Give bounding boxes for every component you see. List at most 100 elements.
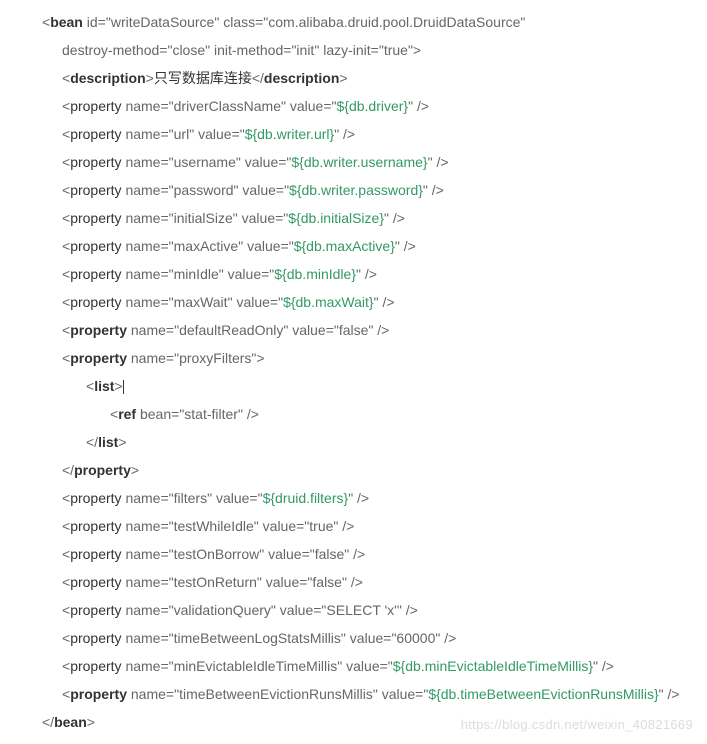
- attr-name: name: [125, 546, 160, 562]
- attr-name: name: [125, 518, 160, 534]
- punct: <: [62, 350, 70, 366]
- tag-property: property: [70, 182, 121, 198]
- val-lazy: true: [384, 42, 408, 58]
- punct: =": [160, 574, 173, 590]
- punct: <: [62, 322, 70, 338]
- punct: ": [283, 322, 288, 338]
- punct: <: [62, 182, 70, 198]
- punct: ": [341, 630, 346, 646]
- attr-name: name: [125, 266, 160, 282]
- tag-property: property: [70, 490, 121, 506]
- val-name: minIdle: [174, 266, 219, 282]
- tag-property: property: [70, 126, 121, 142]
- tag-property: property: [70, 238, 121, 254]
- punct: <: [62, 126, 70, 142]
- punct: ": [234, 182, 239, 198]
- punct: ": [520, 14, 525, 30]
- val-name: driverClassName: [174, 98, 281, 114]
- val-bean: stat-filter: [184, 406, 238, 422]
- tag-property: property: [70, 322, 127, 338]
- tag-list: list: [94, 378, 114, 394]
- punct: =": [415, 686, 428, 702]
- punct: =": [326, 322, 339, 338]
- code-line: <bean id="writeDataSource" class="com.al…: [18, 8, 689, 36]
- attr-name: name: [125, 126, 160, 142]
- punct: =": [383, 630, 396, 646]
- punct: <: [62, 70, 70, 86]
- punct: <: [62, 490, 70, 506]
- punct: =": [255, 14, 268, 30]
- punct: <: [62, 658, 70, 674]
- tag-property: property: [70, 686, 127, 702]
- tag-property-close: property: [74, 462, 131, 478]
- attr-name: name: [125, 630, 160, 646]
- attr-name: name: [125, 154, 160, 170]
- code-line: <property name="url" value="${db.writer.…: [18, 120, 689, 148]
- attr-name: name: [125, 238, 160, 254]
- tag-property: property: [70, 154, 121, 170]
- attr-value: value: [228, 266, 261, 282]
- attr-name: name: [125, 574, 160, 590]
- punct: =": [302, 546, 315, 562]
- tag-property: property: [70, 518, 121, 534]
- tag-property: property: [70, 658, 121, 674]
- punct: " />: [238, 406, 259, 422]
- punct: " />: [397, 602, 418, 618]
- punct: =": [166, 322, 179, 338]
- val-id: writeDataSource: [111, 14, 215, 30]
- punct: =": [276, 182, 289, 198]
- code-line: <property name="initialSize" value="${db…: [18, 204, 689, 232]
- code-line: <property name="testOnReturn" value="fal…: [18, 568, 689, 596]
- code-line: <ref bean="stat-filter" />: [18, 400, 689, 428]
- val-name: username: [174, 154, 236, 170]
- punct: =": [281, 238, 294, 254]
- attr-name: name: [125, 602, 160, 618]
- attr-value: value: [198, 126, 231, 142]
- attr-name: name: [125, 98, 160, 114]
- code-line: <property name="timeBetweenEvictionRunsM…: [18, 680, 689, 708]
- attr-value: value: [216, 490, 249, 506]
- punct: ">: [408, 42, 421, 58]
- val-name: testWhileIdle: [174, 518, 254, 534]
- val-value: false: [312, 574, 342, 590]
- val-value: ${db.writer.url}: [245, 126, 335, 142]
- tag-property: property: [70, 350, 127, 366]
- tag-property: property: [70, 266, 121, 282]
- punct: ": [233, 210, 238, 226]
- attr-name: name: [125, 182, 160, 198]
- tag-property: property: [70, 574, 121, 590]
- punct: =": [270, 294, 283, 310]
- punct: =": [160, 630, 173, 646]
- punct: =": [160, 490, 173, 506]
- punct: <: [62, 210, 70, 226]
- punct: >: [114, 378, 122, 394]
- punct: =": [160, 210, 173, 226]
- code-line: <property name="minIdle" value="${db.min…: [18, 260, 689, 288]
- punct: <: [62, 266, 70, 282]
- punct: >: [131, 462, 139, 478]
- punct: " />: [368, 322, 389, 338]
- attr-name: name: [125, 658, 160, 674]
- punct: " />: [344, 546, 365, 562]
- attr-value: value: [236, 294, 269, 310]
- punct: =": [278, 154, 291, 170]
- punct: <: [42, 14, 50, 30]
- punct: =": [166, 686, 179, 702]
- punct: </: [42, 714, 54, 730]
- code-line: </property>: [18, 456, 689, 484]
- code-line: <property name="testWhileIdle" value="tr…: [18, 512, 689, 540]
- attr-value: value: [346, 658, 379, 674]
- punct: ": [236, 154, 241, 170]
- punct: " />: [408, 98, 429, 114]
- tag-property: property: [70, 294, 121, 310]
- attr-name: name: [125, 294, 160, 310]
- tag-property: property: [70, 210, 121, 226]
- punct: =": [299, 574, 312, 590]
- punct: ": [281, 98, 286, 114]
- code-line: <property name="driverClassName" value="…: [18, 92, 689, 120]
- val-value: ${db.maxWait}: [283, 294, 374, 310]
- punct: ": [207, 490, 212, 506]
- text-cursor: [123, 380, 124, 394]
- val-value: ${db.maxActive}: [294, 238, 395, 254]
- attr-value: value: [263, 518, 296, 534]
